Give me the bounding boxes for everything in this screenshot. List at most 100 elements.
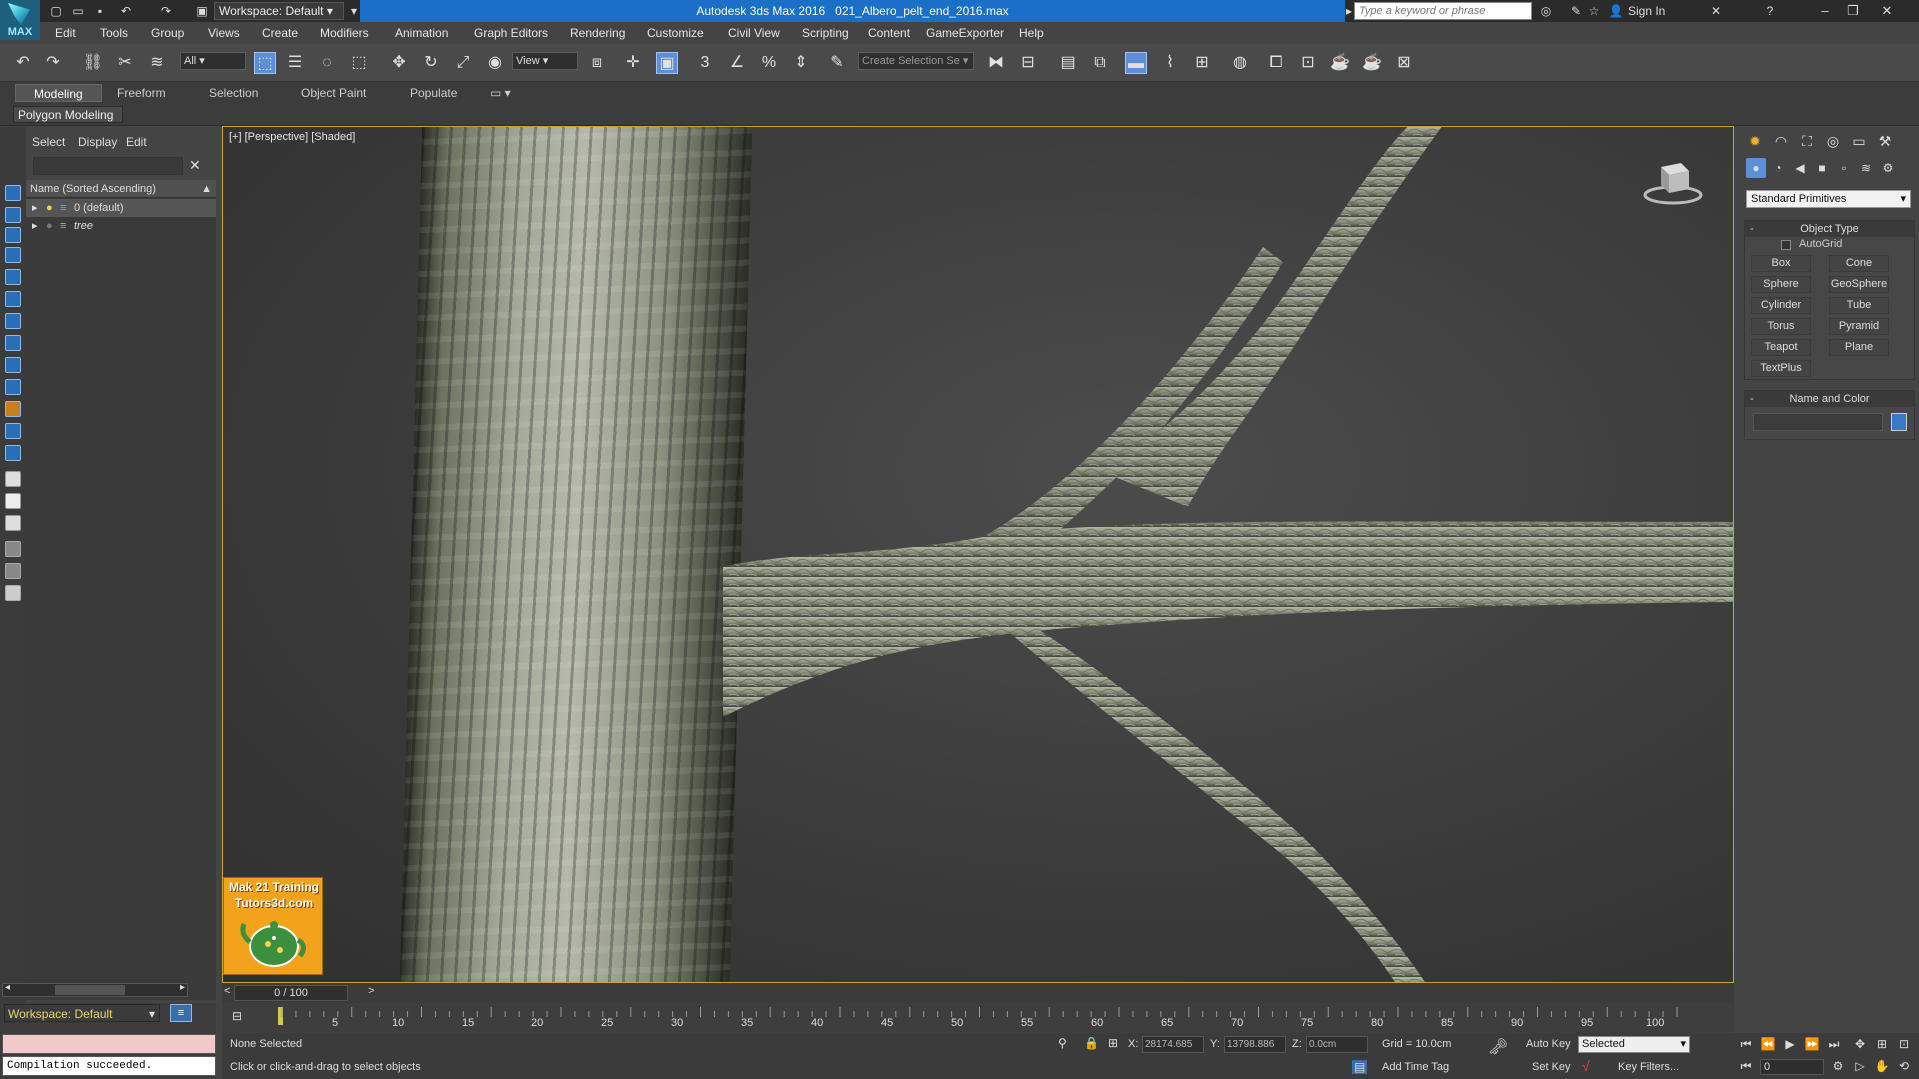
hierarchy-icon[interactable] — [5, 471, 21, 487]
cone-button[interactable]: Cone — [1829, 255, 1889, 272]
menu-create[interactable]: Create — [262, 26, 298, 40]
pyramid-button[interactable]: Pyramid — [1829, 318, 1889, 335]
auto-key-button[interactable]: Auto Key — [1526, 1038, 1571, 1050]
display-frozen-icon[interactable] — [5, 445, 21, 461]
redo-icon[interactable]: ↷ — [42, 52, 64, 74]
display-lights-icon[interactable] — [5, 269, 21, 285]
hierarchy-tab-icon[interactable]: ⛶ — [1796, 130, 1818, 152]
open-file-icon[interactable]: ▭ — [70, 3, 86, 19]
menu-customize[interactable]: Customize — [647, 26, 704, 40]
object-type-header[interactable]: - Object Type — [1745, 221, 1914, 237]
sphere-button[interactable]: Sphere — [1751, 276, 1811, 293]
geosphere-button[interactable]: GeoSphere — [1829, 276, 1889, 293]
scene-tab-display[interactable]: Display — [78, 135, 117, 149]
systems-icon[interactable]: ⚙ — [1878, 158, 1898, 178]
object-category-select[interactable]: Standard Primitives ▾ — [1746, 190, 1911, 208]
tab-freeform[interactable]: Freeform — [117, 86, 166, 100]
current-frame-field[interactable]: 0 — [1760, 1059, 1824, 1075]
mirror-icon[interactable]: ⧓ — [985, 52, 1007, 74]
scale-icon[interactable]: ⤢ — [452, 52, 474, 74]
place-icon[interactable]: ◉ — [484, 52, 506, 74]
filter-icon[interactable] — [5, 541, 21, 557]
menu-group[interactable]: Group — [151, 26, 184, 40]
time-configuration-icon[interactable]: ⚙ — [1828, 1057, 1848, 1075]
list-item[interactable]: ▸ ● ≡ tree — [26, 217, 216, 235]
rotate-icon[interactable]: ↻ — [420, 52, 442, 74]
subscription-icon[interactable]: ✎ — [1568, 3, 1584, 19]
reference-coord-select[interactable]: View ▾ — [512, 52, 578, 70]
motion-tab-icon[interactable]: ◎ — [1822, 130, 1844, 152]
zoom-all-icon[interactable]: ⊞ — [1872, 1035, 1892, 1053]
tab-populate[interactable]: Populate — [410, 86, 457, 100]
render-iterative-icon[interactable]: ☕ — [1361, 52, 1383, 74]
material-editor-icon[interactable]: ◍ — [1229, 52, 1251, 74]
maximize-button[interactable]: ❐ — [1841, 0, 1865, 22]
render-online-icon[interactable]: ⊠ — [1393, 52, 1415, 74]
plane-button[interactable]: Plane — [1829, 339, 1889, 356]
sign-in-link[interactable]: Sign In — [1628, 4, 1665, 18]
polygon-modeling-panel[interactable]: Polygon Modeling — [13, 106, 123, 123]
key-mode-toggle-icon[interactable]: ⏮ — [1736, 1057, 1756, 1075]
name-and-color-header[interactable]: - Name and Color — [1745, 391, 1914, 407]
selection-lock-icon[interactable]: 🔒 — [1084, 1036, 1099, 1050]
project-folder-icon[interactable]: ▣ — [194, 3, 210, 19]
selection-filter-select[interactable]: All ▾ — [180, 52, 246, 70]
new-file-icon[interactable]: ▢ — [48, 3, 64, 19]
toggle-layer-explorer-icon[interactable]: ⧉ — [1089, 52, 1111, 74]
absolute-mode-icon[interactable]: ⊞ — [1108, 1036, 1118, 1050]
display-tab-icon[interactable]: ▭ — [1848, 130, 1870, 152]
align-icon[interactable]: ⊟ — [1017, 52, 1039, 74]
menu-help[interactable]: Help — [1019, 26, 1044, 40]
undo-icon[interactable]: ↶ — [12, 52, 34, 74]
menu-views[interactable]: Views — [208, 26, 240, 40]
x-coordinate-field[interactable]: 28174.685 — [1142, 1036, 1204, 1053]
favorites-icon[interactable]: ☆ — [1586, 3, 1602, 19]
menu-civil-view[interactable]: Civil View — [728, 26, 780, 40]
display-groups-icon[interactable] — [5, 357, 21, 373]
close-button[interactable]: ✕ — [1875, 0, 1899, 22]
display-none-icon[interactable] — [5, 185, 21, 201]
next-frame-icon[interactable]: ⏩ — [1802, 1035, 1822, 1053]
zoom-extents-icon[interactable]: ✥ — [1850, 1035, 1870, 1053]
curve-editor-icon[interactable]: ⌇ — [1159, 52, 1181, 74]
perspective-viewport[interactable]: [+] [Perspective] [Shaded] Mak 21 Traini… — [222, 126, 1734, 983]
go-to-start-icon[interactable]: ⏮ — [1736, 1035, 1756, 1053]
expand-arrow-icon[interactable]: ▸ — [32, 199, 38, 217]
display-shapes-icon[interactable] — [5, 247, 21, 263]
scene-tab-edit[interactable]: Edit — [126, 135, 147, 149]
maxscript-listener-input[interactable] — [2, 1034, 216, 1054]
scene-search-input[interactable] — [33, 157, 183, 175]
list-item[interactable]: ▸ ● ≡ 0 (default) — [26, 199, 216, 217]
tab-object-paint[interactable]: Object Paint — [301, 86, 366, 100]
ribbon-options-icon[interactable]: ▭ ▾ — [490, 86, 511, 100]
spinner-snap-icon[interactable]: ⇕ — [790, 52, 812, 74]
textplus-button[interactable]: TextPlus — [1751, 360, 1811, 377]
lightbulb-icon[interactable]: ● — [46, 217, 53, 235]
display-spacewarps-icon[interactable] — [5, 335, 21, 351]
scene-horizontal-scrollbar[interactable]: ◂ ▸ — [2, 982, 188, 997]
toggle-ribbon-icon[interactable]: ▬ — [1125, 52, 1147, 74]
schematic-view-icon[interactable]: ⊞ — [1191, 52, 1213, 74]
key-filters-button[interactable]: Key Filters... — [1618, 1061, 1679, 1073]
viewport-label[interactable]: [+] [Perspective] [Shaded] — [229, 131, 355, 143]
move-icon[interactable]: ✥ — [388, 52, 410, 74]
time-slider[interactable]: < 0 / 100 > — [222, 983, 1734, 1003]
key-icon[interactable]: 🗝 — [1488, 1037, 1508, 1057]
tab-selection[interactable]: Selection — [209, 86, 258, 100]
toggle-scene-explorer-icon[interactable]: ▤ — [1057, 52, 1079, 74]
utilities-tab-icon[interactable]: ⚒ — [1874, 130, 1896, 152]
keyboard-shortcut-override-icon[interactable]: ▣ — [656, 52, 678, 74]
pan-view-icon[interactable]: ✋ — [1872, 1057, 1892, 1075]
search-input[interactable]: Type a keyword or phrase — [1354, 2, 1532, 20]
box-button[interactable]: Box — [1751, 255, 1811, 272]
mini-curve-editor-icon[interactable]: ⊟ — [232, 1009, 250, 1025]
object-name-field[interactable] — [1753, 413, 1883, 431]
teapot-button[interactable]: Teapot — [1751, 339, 1811, 356]
isolate-selection-icon[interactable]: ⚲ — [1058, 1036, 1067, 1050]
select-by-name-icon[interactable]: ☰ — [284, 52, 306, 74]
prev-frame-arrow-icon[interactable]: < — [224, 985, 230, 997]
menu-tools[interactable]: Tools — [100, 26, 128, 40]
snaps-toggle-icon[interactable]: 3 — [694, 52, 716, 74]
save-file-icon[interactable]: ▪ — [92, 3, 108, 19]
layer-icon[interactable] — [5, 493, 21, 509]
